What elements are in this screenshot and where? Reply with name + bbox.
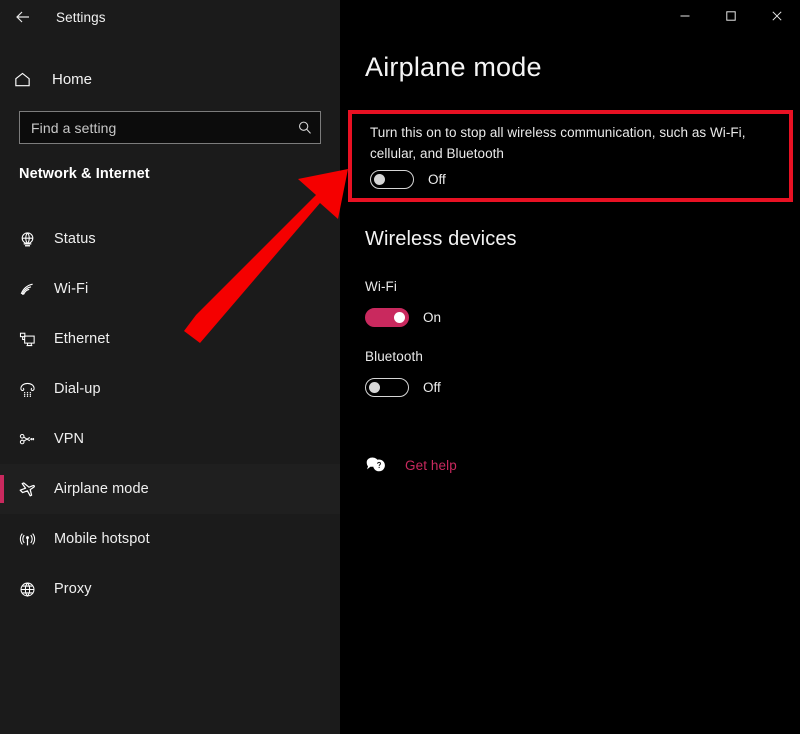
wifi-toggle[interactable]: [365, 308, 409, 327]
hotspot-icon: [0, 530, 54, 549]
globe-status-icon: [0, 230, 54, 249]
sidebar-item-label: Ethernet: [54, 331, 110, 347]
ethernet-icon: [0, 330, 54, 349]
bluetooth-device-label: Bluetooth: [365, 349, 423, 364]
wireless-devices-heading: Wireless devices: [365, 228, 517, 250]
toggle-knob: [374, 174, 385, 185]
sidebar: Settings Home Find a setting Network & I…: [0, 0, 340, 734]
sidebar-item-mobile-hotspot[interactable]: Mobile hotspot: [0, 514, 340, 564]
sidebar-item-label: Status: [54, 231, 96, 247]
wifi-device-label: Wi-Fi: [365, 279, 397, 294]
airplane-mode-toggle[interactable]: [370, 170, 414, 189]
sidebar-titlebar: Settings: [0, 0, 340, 34]
close-icon[interactable]: [754, 0, 800, 32]
bluetooth-state: Off: [423, 380, 441, 395]
minimize-icon[interactable]: [662, 0, 708, 32]
toggle-knob: [369, 382, 380, 393]
search-input[interactable]: Find a setting: [19, 111, 321, 144]
airplane-mode-toggle-row[interactable]: Off: [370, 170, 446, 189]
wifi-icon: [0, 280, 54, 299]
airplane-icon: [0, 479, 54, 499]
sidebar-item-ethernet[interactable]: Ethernet: [0, 314, 340, 364]
sidebar-item-wifi[interactable]: Wi-Fi: [0, 264, 340, 314]
airplane-mode-state: Off: [428, 172, 446, 187]
window-controls: [662, 0, 800, 32]
maximize-icon[interactable]: [708, 0, 754, 32]
settings-window: Settings Home Find a setting Network & I…: [0, 0, 800, 734]
help-bubble-icon: [365, 455, 387, 475]
search-icon[interactable]: [290, 120, 320, 136]
dialup-phone-icon: [0, 380, 54, 399]
home-label: Home: [52, 70, 93, 88]
wifi-toggle-row[interactable]: On: [365, 308, 441, 327]
bluetooth-toggle[interactable]: [365, 378, 409, 397]
sidebar-item-label: Wi-Fi: [54, 281, 89, 297]
get-help-link[interactable]: Get help: [365, 455, 457, 475]
wifi-state: On: [423, 310, 442, 325]
sidebar-item-status[interactable]: Status: [0, 214, 340, 264]
app-title: Settings: [56, 9, 106, 25]
main-panel: Airplane mode Turn this on to stop all w…: [340, 0, 800, 734]
sidebar-item-home[interactable]: Home: [0, 62, 340, 96]
toggle-knob: [394, 312, 405, 323]
sidebar-item-label: Mobile hotspot: [54, 531, 150, 547]
sidebar-nav: Status Wi-Fi Ethernet Dial-up VPN Airpla…: [0, 214, 340, 614]
airplane-mode-description: Turn this on to stop all wireless commun…: [370, 125, 746, 161]
sidebar-item-dialup[interactable]: Dial-up: [0, 364, 340, 414]
bluetooth-toggle-row[interactable]: Off: [365, 378, 441, 397]
selection-indicator: [0, 475, 4, 503]
sidebar-item-label: Airplane mode: [54, 481, 149, 497]
sidebar-item-proxy[interactable]: Proxy: [0, 564, 340, 614]
sidebar-item-label: Dial-up: [54, 381, 101, 397]
sidebar-item-airplane-mode[interactable]: Airplane mode: [0, 464, 340, 514]
sidebar-item-vpn[interactable]: VPN: [0, 414, 340, 464]
sidebar-item-label: VPN: [54, 431, 85, 447]
highlight-annotation-box: Turn this on to stop all wireless commun…: [348, 110, 793, 202]
back-arrow-icon[interactable]: [0, 1, 46, 33]
vpn-icon: [0, 430, 54, 449]
get-help-label: Get help: [405, 457, 457, 473]
home-icon: [0, 70, 44, 89]
sidebar-category-heading: Network & Internet: [19, 166, 150, 182]
globe-proxy-icon: [0, 580, 54, 599]
page-title: Airplane mode: [365, 52, 542, 82]
sidebar-item-label: Proxy: [54, 581, 92, 597]
search-placeholder: Find a setting: [31, 119, 117, 136]
